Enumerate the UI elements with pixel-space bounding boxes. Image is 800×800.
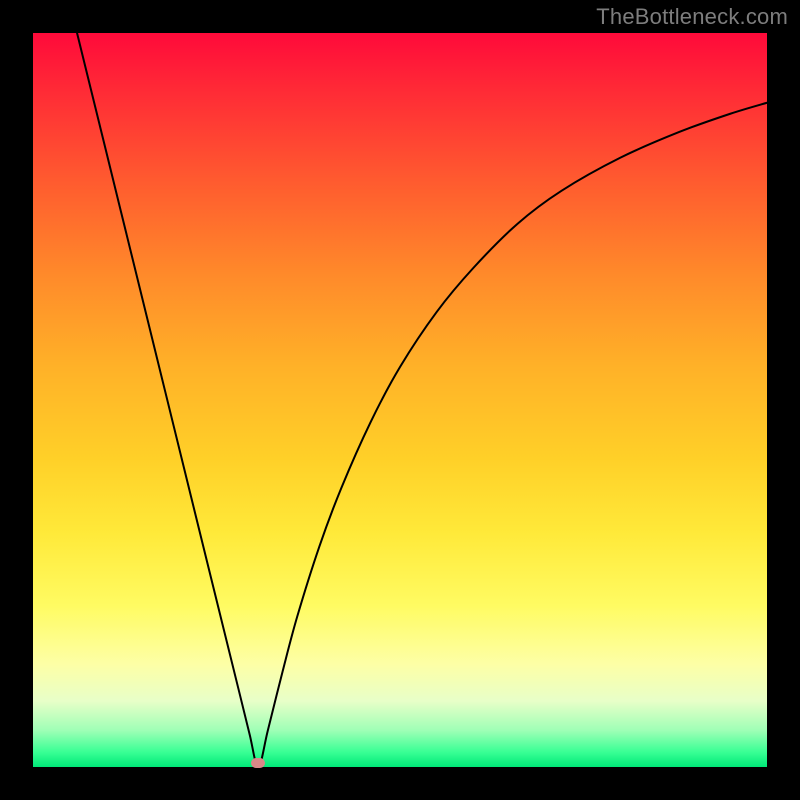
- optimum-marker: [251, 758, 265, 768]
- bottleneck-curve: [33, 33, 767, 767]
- chart-plot-area: [33, 33, 767, 767]
- watermark-text: TheBottleneck.com: [596, 4, 788, 30]
